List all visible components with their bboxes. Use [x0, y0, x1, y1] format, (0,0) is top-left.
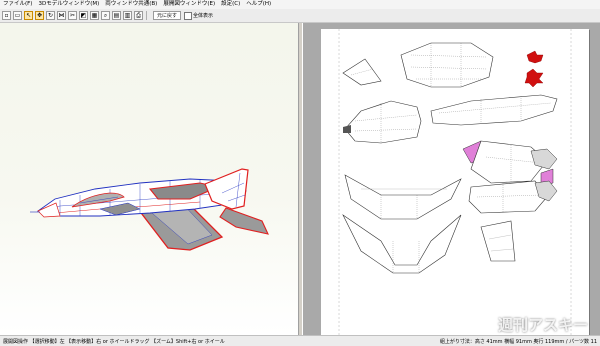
grid-tool-icon[interactable]: ▥ [123, 11, 132, 20]
menu-both-windows[interactable]: 両ウィンドウ共通(B) [102, 0, 160, 9]
undo-button[interactable]: 元に戻す [153, 11, 182, 20]
menu-settings[interactable]: 設定(C) [218, 0, 243, 9]
select-tool-icon[interactable]: ↖ [24, 11, 33, 20]
toolbar-separator [146, 11, 147, 20]
aircraft-3d-model[interactable] [0, 23, 298, 335]
toolbar: ▫ ▭ ↖ ✥ ↻ ⋈ ✂ ◩ ▦ ⌕ ▤ ▥ ⎙ 元に戻す 全体表示 [0, 9, 600, 23]
split-tool-icon[interactable]: ✂ [68, 11, 77, 20]
rotate-tool-icon[interactable]: ↻ [46, 11, 55, 20]
unfold-view[interactable]: 週刊アスキー [303, 23, 600, 335]
checkbox-icon[interactable] [184, 11, 193, 20]
menu-unfold-window[interactable]: 展開図ウィンドウ(E) [160, 0, 218, 9]
move-tool-icon[interactable]: ✥ [35, 11, 44, 20]
join-tool-icon[interactable]: ⋈ [57, 11, 66, 20]
show-all-label: 全体表示 [193, 13, 214, 19]
3d-model-view[interactable] [0, 23, 298, 335]
menu-help[interactable]: ヘルプ(H) [243, 0, 274, 9]
unfolded-parts[interactable] [321, 29, 589, 335]
watermark-logo: 週刊アスキー [498, 316, 589, 334]
zoom-tool-icon[interactable]: ⌕ [101, 11, 110, 20]
status-right-text: 組上がり寸法：高さ 41mm 横幅 91mm 奥行 119mm / パーツ数 1… [439, 338, 597, 345]
open-folder-icon[interactable]: ▭ [13, 11, 22, 20]
texture-tool-icon[interactable]: ▦ [90, 11, 99, 20]
menu-file[interactable]: ファイル(F) [0, 0, 35, 9]
menu-3d-window[interactable]: 3Dモデルウィンドウ(M) [35, 0, 102, 9]
flap-tool-icon[interactable]: ◩ [79, 11, 88, 20]
print-icon[interactable]: ⎙ [134, 11, 143, 20]
print-page [321, 29, 589, 335]
status-bar: 展開図操作 【選択移動】左 【表示移動】右 or ホイールドラッグ 【ズーム】S… [0, 335, 600, 346]
show-all-checkbox[interactable]: 全体表示 [184, 11, 213, 20]
new-file-icon[interactable]: ▫ [2, 11, 11, 20]
page-tool-icon[interactable]: ▤ [112, 11, 121, 20]
status-left-text: 展開図操作 【選択移動】左 【表示移動】右 or ホイールドラッグ 【ズーム】S… [3, 338, 225, 345]
